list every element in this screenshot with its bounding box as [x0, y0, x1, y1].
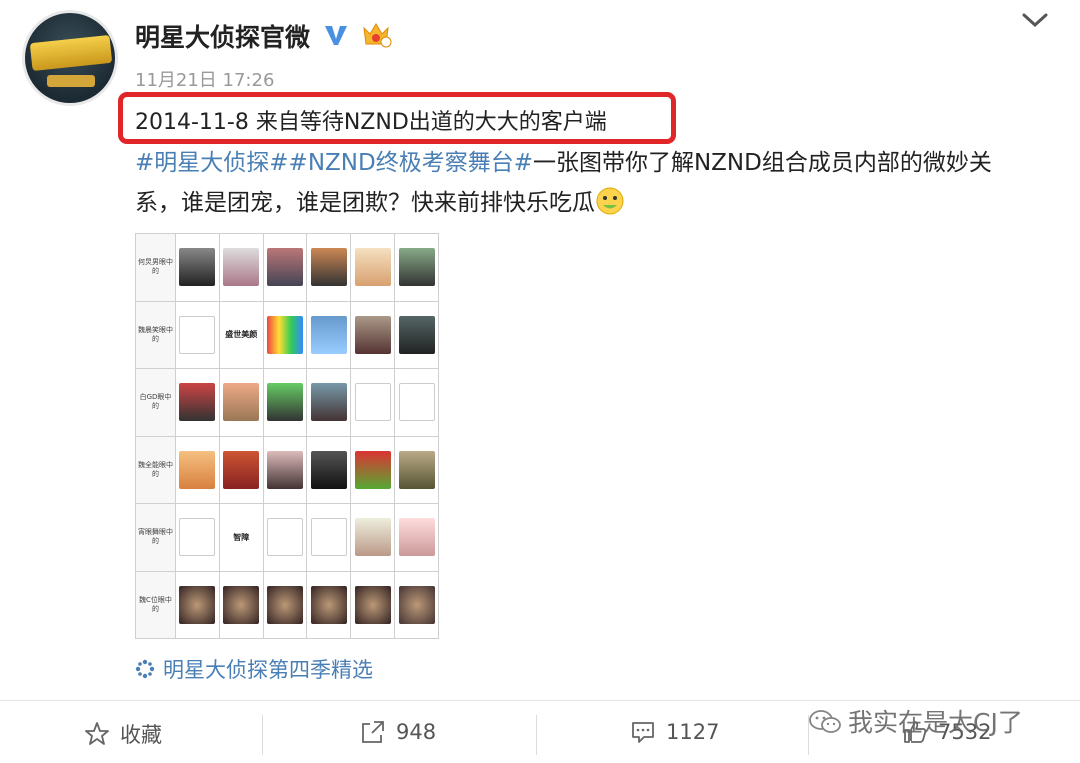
avatar-logo: [29, 34, 113, 72]
grid-cell: 智障: [219, 504, 263, 571]
client-source-highlight: 2014-11-8 来自等待NZND出道的大大的客户端: [118, 92, 676, 144]
grid-cell: [176, 571, 219, 638]
grid-cell: [219, 436, 263, 503]
watermark-text: 我实在是太CJ了: [848, 708, 1023, 737]
grid-cell: [176, 234, 219, 301]
melon-eating-emoji-icon: [596, 187, 624, 215]
star-icon: [85, 722, 109, 745]
hashtag-link[interactable]: #明星大侦探#: [135, 150, 289, 176]
comment-icon: [632, 722, 654, 743]
action-separator: [262, 715, 263, 755]
post-text: #明星大侦探##NZND终极考察舞台#一张图带你了解NZND组合成员内部的微妙关…: [135, 143, 1035, 223]
grid-cell: [395, 234, 438, 301]
relationship-grid-image[interactable]: 何炅男眼中的 魏晨笑眼中的 盛世美颜 白GD眼中的 魏全能眼中的 宵眼舞眼中的 …: [135, 233, 439, 639]
grid-cell: [307, 234, 351, 301]
grid-cell: [395, 301, 438, 368]
grid-cell: [351, 234, 395, 301]
grid-cell: [219, 369, 263, 436]
favorite-label: 收藏: [120, 723, 162, 747]
grid-cell: [395, 436, 438, 503]
grid-cell: [263, 436, 307, 503]
grid-cell: [351, 369, 395, 436]
grid-cell: [263, 369, 307, 436]
verified-icon: [325, 26, 347, 45]
share-icon: [362, 721, 384, 743]
wechat-icon: [809, 710, 841, 733]
grid-cell: [263, 571, 307, 638]
grid-row-label: 何炅男眼中的: [136, 234, 175, 301]
grid-cell: [307, 436, 351, 503]
grid-caption: 智障: [233, 532, 250, 542]
topic-link[interactable]: 明星大侦探第四季精选: [135, 654, 373, 684]
grid-cell: [176, 504, 219, 571]
grid-cell: [307, 504, 351, 571]
grid-row-label: 魏晨笑眼中的: [136, 301, 175, 368]
grid-cell: [395, 504, 438, 571]
avatar[interactable]: [22, 10, 118, 106]
username[interactable]: 明星大侦探官微: [135, 18, 310, 54]
grid-cell: [351, 571, 395, 638]
grid-cell: [219, 571, 263, 638]
grid-cell: [395, 571, 438, 638]
grid-cell: [307, 571, 351, 638]
topic-sparkle-icon: [135, 659, 155, 679]
chevron-down-icon[interactable]: [1020, 10, 1050, 30]
repost-count: 948: [396, 720, 437, 744]
grid-cell: [395, 369, 438, 436]
action-separator: [536, 715, 537, 755]
repost-button[interactable]: 948: [360, 719, 436, 745]
grid-cell: [219, 234, 263, 301]
wechat-watermark: 我实在是太CJ了: [808, 703, 1023, 739]
grid-cell: [263, 504, 307, 571]
grid-row-label: 宵眼舞眼中的: [136, 504, 175, 571]
grid-cell: 盛世美颜: [219, 301, 263, 368]
comment-button[interactable]: 1127: [630, 719, 719, 745]
grid-caption: 盛世美颜: [225, 330, 258, 340]
grid-row-label: 白GD眼中的: [136, 369, 175, 436]
grid-cell: [351, 301, 395, 368]
grid-cell: [176, 436, 219, 503]
grid-cell: [263, 234, 307, 301]
grid-cell: [351, 504, 395, 571]
topic-label: 明星大侦探第四季精选: [163, 658, 373, 682]
grid-cell: [176, 301, 219, 368]
grid-row-label: 魏全能眼中的: [136, 436, 175, 503]
grid-cell: [176, 369, 219, 436]
favorite-button[interactable]: 收藏: [84, 719, 162, 749]
grid-cell: [307, 301, 351, 368]
grid-cell: [263, 301, 307, 368]
hashtag-link[interactable]: #NZND终极考察舞台#: [289, 150, 533, 176]
vip-crown-icon: [363, 23, 392, 48]
grid-cell: [307, 369, 351, 436]
post-timestamp: 11月21日 17:26: [135, 70, 275, 91]
grid-row-label: 魏C位眼中的: [136, 571, 175, 638]
comment-count: 1127: [666, 720, 720, 744]
avatar-subtitle: [47, 75, 95, 87]
grid-cell: [351, 436, 395, 503]
